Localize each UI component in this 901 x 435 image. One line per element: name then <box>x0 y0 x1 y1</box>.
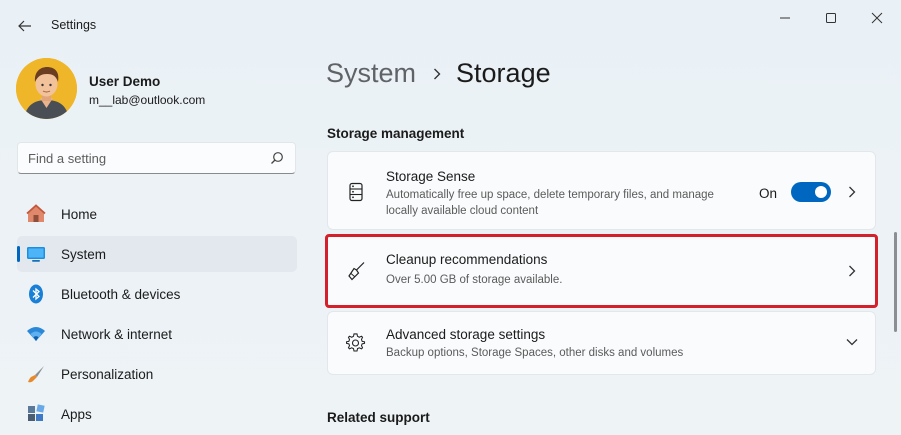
app-title: Settings <box>51 18 97 32</box>
sidebar-item-apps[interactable]: Apps <box>17 396 297 432</box>
sidebar-item-label: Bluetooth & devices <box>61 286 181 302</box>
sidebar-item-label: Apps <box>61 406 92 422</box>
chevron-right-icon[interactable] <box>847 264 857 278</box>
storage-drive-icon <box>349 182 363 202</box>
minimize-icon <box>780 17 790 19</box>
chevron-right-icon <box>434 68 441 79</box>
advanced-storage-settings-description: Backup options, Storage Spaces, other di… <box>386 347 684 359</box>
sidebar-item-label: Personalization <box>61 366 154 382</box>
wifi-icon <box>27 327 45 341</box>
chevron-down-icon[interactable] <box>845 337 859 347</box>
system-icon <box>27 247 45 262</box>
apps-icon <box>28 404 45 421</box>
broom-icon <box>348 262 365 281</box>
settings-window: Settings User Demo m__lab@outlook.com Fi… <box>0 0 901 435</box>
back-button[interactable] <box>10 12 40 40</box>
storage-sense-card[interactable]: Storage Sense Automatically free up spac… <box>327 151 876 230</box>
sidebar-item-bluetooth[interactable]: Bluetooth & devices <box>17 276 297 312</box>
minimize-button[interactable] <box>762 0 808 36</box>
brush-icon <box>28 366 44 383</box>
maximize-button[interactable] <box>808 0 854 36</box>
user-email: m__lab@outlook.com <box>89 93 206 107</box>
breadcrumb-parent-link[interactable]: System <box>326 58 416 89</box>
advanced-storage-settings-title: Advanced storage settings <box>386 327 546 342</box>
storage-sense-toggle-label: On <box>759 186 778 201</box>
sidebar-item-label: Network & internet <box>61 326 173 342</box>
sidebar-nav: Home System Bluetooth & devices Network … <box>17 196 297 435</box>
user-avatar-icon <box>16 58 77 119</box>
storage-sense-toggle[interactable] <box>791 182 831 202</box>
search-box[interactable] <box>17 142 296 174</box>
breadcrumb: System Storage <box>326 58 551 89</box>
toggle-knob <box>815 186 827 198</box>
title-bar: Settings <box>0 0 901 48</box>
sidebar-item-personalization[interactable]: Personalization <box>17 356 297 392</box>
storage-sense-description: Automatically free up space, delete temp… <box>386 187 746 219</box>
cleanup-recommendations-title: Cleanup recommendations <box>386 252 548 267</box>
home-icon <box>26 204 46 222</box>
page-title: Storage <box>456 58 551 88</box>
avatar[interactable] <box>16 58 77 119</box>
close-button[interactable] <box>854 0 900 36</box>
maximize-icon <box>826 13 836 23</box>
user-name: User Demo <box>89 74 161 89</box>
scrollbar[interactable] <box>894 232 897 332</box>
sidebar-item-home[interactable]: Home <box>17 196 297 232</box>
sidebar-item-label: Home <box>61 206 98 222</box>
close-icon <box>871 12 883 24</box>
bluetooth-icon <box>29 284 43 304</box>
section-title-related-support: Related support <box>327 410 430 425</box>
advanced-storage-settings-card[interactable]: Advanced storage settings Backup options… <box>327 311 876 375</box>
sidebar-item-label: System <box>61 246 107 262</box>
storage-sense-desc-line2: locally available cloud content <box>386 205 539 217</box>
sidebar-item-network[interactable]: Network & internet <box>17 316 297 352</box>
gear-icon <box>346 333 366 352</box>
storage-sense-title: Storage Sense <box>386 169 476 184</box>
sidebar-item-system[interactable]: System <box>17 236 297 272</box>
search-input[interactable] <box>28 144 268 172</box>
cleanup-recommendations-card[interactable]: Cleanup recommendations Over 5.00 GB of … <box>325 234 878 308</box>
cleanup-recommendations-description: Over 5.00 GB of storage available. <box>386 274 563 286</box>
back-arrow-icon <box>18 20 31 32</box>
chevron-right-icon[interactable] <box>847 185 857 199</box>
storage-sense-desc-line1: Automatically free up space, delete temp… <box>386 189 714 201</box>
section-title-storage-management: Storage management <box>327 126 465 141</box>
search-icon[interactable] <box>270 151 284 165</box>
